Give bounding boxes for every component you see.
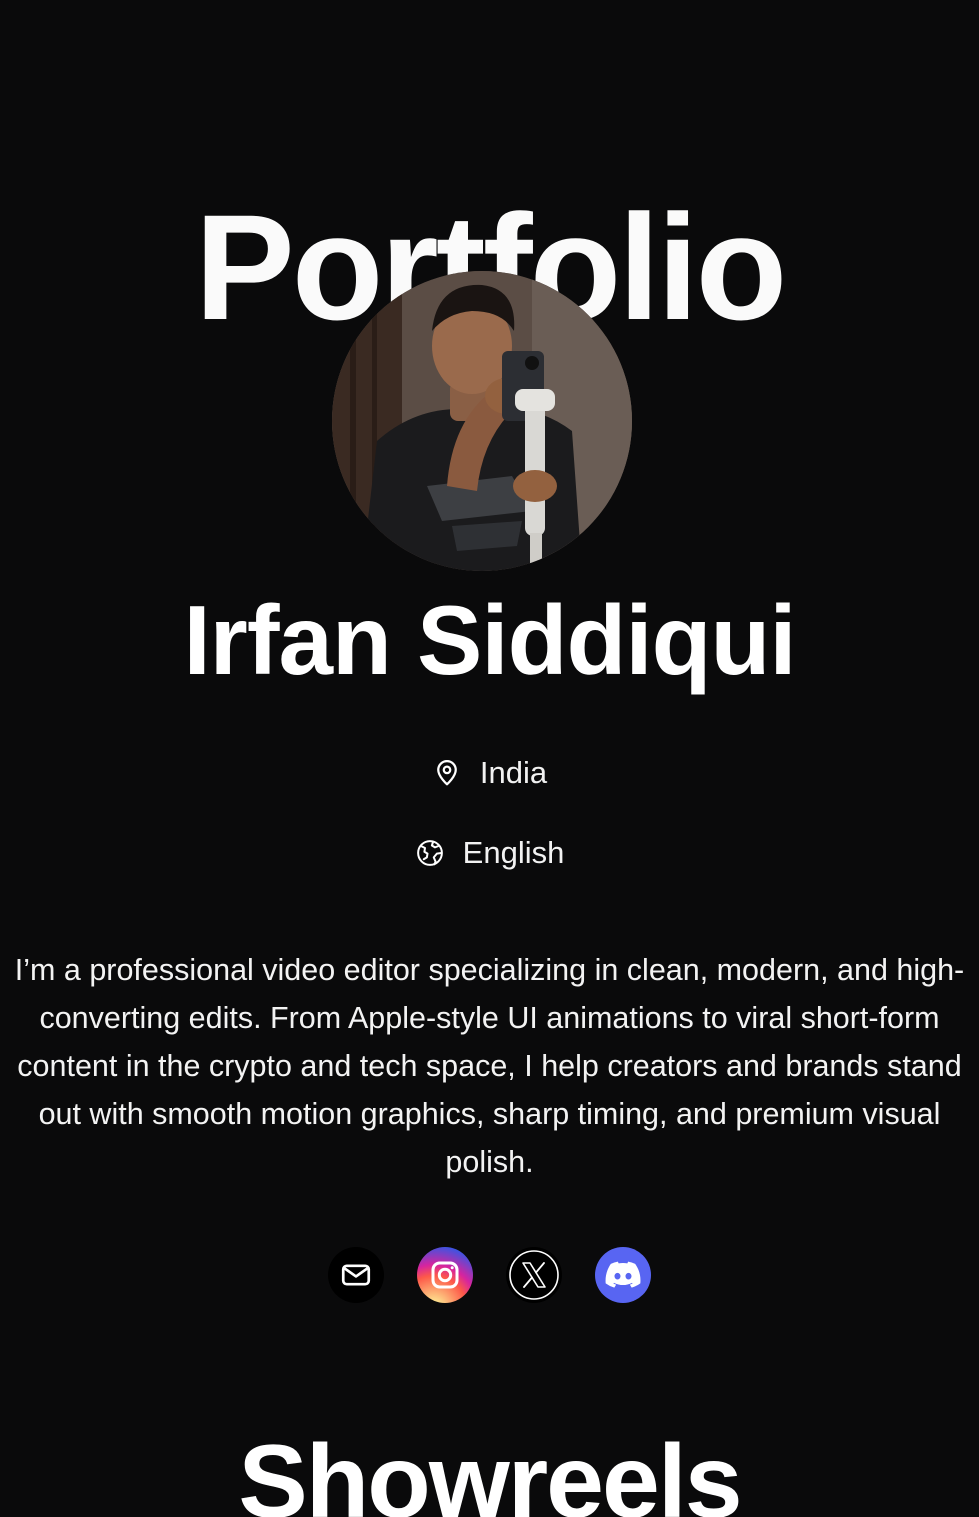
- discord-icon: [605, 1261, 641, 1288]
- portfolio-page: Portfolio Irfan Siddiqui India English I…: [0, 0, 979, 1517]
- location-row: India: [0, 755, 979, 791]
- profile-name: Irfan Siddiqui: [183, 585, 796, 695]
- globe-icon: [415, 838, 445, 868]
- avatar: [332, 271, 632, 571]
- location-pin-icon: [432, 758, 462, 788]
- avatar-photo: [332, 271, 632, 571]
- bio-text: I’m a professional video editor speciali…: [14, 953, 965, 1179]
- showreels-heading: Showreels: [238, 1424, 742, 1517]
- x-icon: [509, 1250, 559, 1300]
- discord-button[interactable]: [595, 1247, 651, 1303]
- language-text: English: [462, 835, 565, 870]
- instagram-button[interactable]: [417, 1247, 473, 1303]
- language-row: English: [0, 835, 979, 871]
- mail-button[interactable]: [328, 1247, 384, 1303]
- social-links: [0, 1247, 979, 1303]
- location-text: India: [479, 755, 548, 790]
- instagram-icon: [431, 1261, 459, 1289]
- x-button[interactable]: [506, 1247, 562, 1303]
- mail-icon: [341, 1264, 371, 1286]
